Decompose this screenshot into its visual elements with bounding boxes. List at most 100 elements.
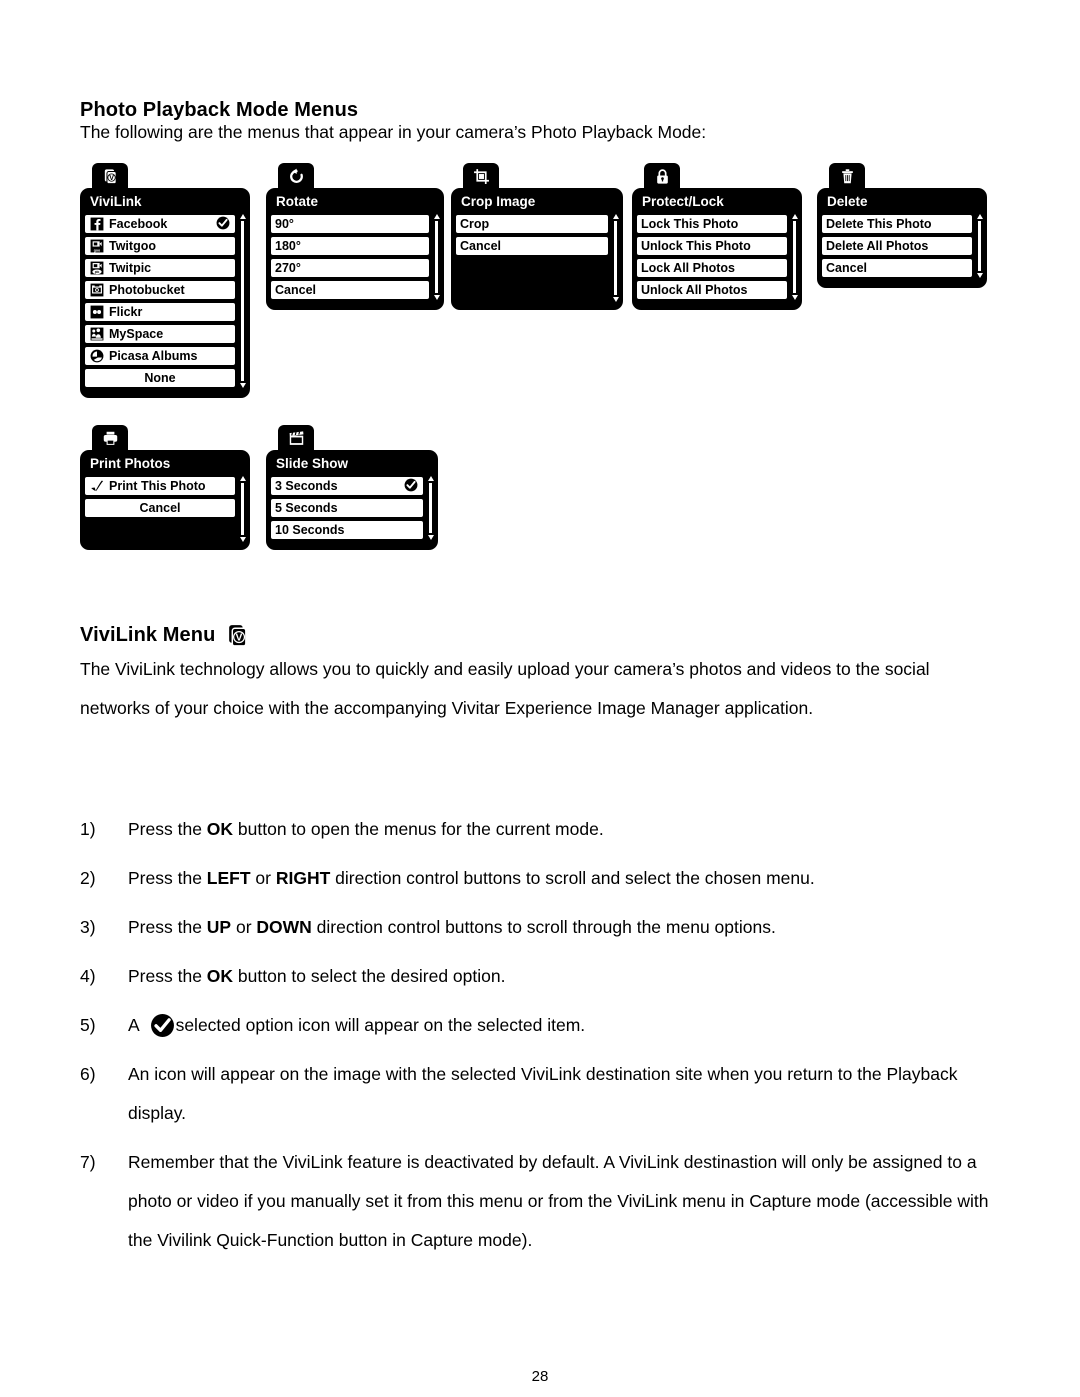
lock-icon <box>644 163 680 189</box>
menu-scrollbar[interactable] <box>433 213 440 300</box>
menu-option[interactable]: Lock This Photo <box>636 213 788 234</box>
scroll-up-arrow[interactable] <box>433 213 440 219</box>
scroll-up-arrow[interactable] <box>239 475 246 481</box>
camera-menu-slide-show: Slide Show 3 Seconds 5 Seconds 10 Seconds <box>266 425 438 550</box>
instruction-step: 2) Press the LEFT or RIGHT direction cont… <box>80 859 995 898</box>
step-text: Press the UP or DOWN direction control b… <box>128 908 995 947</box>
scroll-up-arrow[interactable] <box>976 213 983 219</box>
menu-option-label: 10 Seconds <box>275 522 345 537</box>
menu-title-print-photos: Print Photos <box>90 456 171 471</box>
menu-option-label: Twitgoo <box>109 238 156 253</box>
menu-option[interactable]: Unlock All Photos <box>636 279 788 300</box>
twitpic-icon: pic <box>89 260 104 275</box>
menu-option[interactable]: Cancel <box>270 279 430 300</box>
clapperboard-icon <box>278 425 314 451</box>
scroll-up-arrow[interactable] <box>791 213 798 219</box>
menu-option-label: Cancel <box>826 260 867 275</box>
menu-option[interactable]: Facebook <box>84 213 236 234</box>
menu-body-crop-image: Crop Image Crop Cancel <box>451 188 623 310</box>
menu-group-row-1: V ViviLink Facebook goo Twitgoo pic Twit… <box>80 163 1010 398</box>
camera-menu-vivilink: V ViviLink Facebook goo Twitgoo pic Twit… <box>80 163 250 398</box>
menu-option[interactable]: 180° <box>270 235 430 256</box>
scroll-up-arrow[interactable] <box>427 475 434 481</box>
menu-title-rotate: Rotate <box>276 194 319 209</box>
menu-option[interactable]: pic Twitpic <box>84 257 236 278</box>
menu-title-slide-show: Slide Show <box>276 456 349 471</box>
menu-option[interactable]: Cancel <box>821 257 973 278</box>
menu-options-vivilink: Facebook goo Twitgoo pic Twitpic Photobu… <box>84 213 246 388</box>
scroll-track[interactable] <box>240 481 245 536</box>
menu-option-label: 3 Seconds <box>275 478 338 493</box>
camera-menu-print-photos: Print Photos Print This Photo Cancel <box>80 425 250 550</box>
scroll-track[interactable] <box>977 219 982 272</box>
menu-option-label: Flickr <box>109 304 143 319</box>
scroll-track[interactable] <box>434 219 439 294</box>
scroll-down-arrow[interactable] <box>239 536 246 542</box>
menu-scrollbar[interactable] <box>427 475 434 540</box>
scroll-down-arrow[interactable] <box>239 382 246 388</box>
menu-title-vivilink: ViviLink <box>90 194 142 209</box>
menu-option-label: Delete This Photo <box>826 216 932 231</box>
menu-option[interactable]: Picasa Albums <box>84 345 236 366</box>
photobucket-icon <box>89 282 104 297</box>
picasa-icon <box>89 348 104 363</box>
menu-option[interactable]: 90° <box>270 213 430 234</box>
menu-option-label: Photobucket <box>109 282 185 297</box>
menu-option[interactable]: Flickr <box>84 301 236 322</box>
menu-option-label: 270° <box>275 260 301 275</box>
step-number: 7) <box>80 1152 96 1172</box>
menu-option[interactable]: 10 Seconds <box>270 519 424 540</box>
selected-check-icon <box>404 478 419 493</box>
scroll-up-arrow[interactable] <box>239 213 246 219</box>
menu-scrollbar[interactable] <box>239 213 246 388</box>
menu-option-label: Cancel <box>139 500 181 515</box>
step-number: 5) <box>80 1015 96 1035</box>
menu-option[interactable]: Print This Photo <box>84 475 236 496</box>
rotate-icon <box>278 163 314 189</box>
vivilink-stack-icon: V <box>92 163 128 189</box>
menu-option-label: Lock This Photo <box>641 216 739 231</box>
scroll-down-arrow[interactable] <box>791 294 798 300</box>
menu-option[interactable]: Delete This Photo <box>821 213 973 234</box>
menu-option-label: 5 Seconds <box>275 500 338 515</box>
scroll-down-arrow[interactable] <box>433 294 440 300</box>
menu-option[interactable]: Cancel <box>455 235 609 256</box>
menu-scrollbar[interactable] <box>612 213 619 302</box>
step-text: Press the OK button to select the desire… <box>128 957 995 996</box>
step-fragment: or <box>250 868 276 888</box>
menu-option[interactable]: goo Twitgoo <box>84 235 236 256</box>
scroll-up-arrow[interactable] <box>612 213 619 219</box>
scroll-down-arrow[interactable] <box>612 296 619 302</box>
menu-option[interactable]: 5 Seconds <box>270 497 424 518</box>
menu-option[interactable]: Lock All Photos <box>636 257 788 278</box>
menu-option[interactable]: Photobucket <box>84 279 236 300</box>
menu-option-label: 90° <box>275 216 294 231</box>
step-text: Press the OK button to open the menus fo… <box>128 810 995 849</box>
menu-options-protect-lock: Lock This Photo Unlock This Photo Lock All… <box>636 213 798 300</box>
scroll-down-arrow[interactable] <box>427 534 434 540</box>
menu-option[interactable]: Crop <box>455 213 609 234</box>
scroll-track[interactable] <box>792 219 797 294</box>
step-emphasis: LEFT <box>206 868 251 888</box>
menu-option[interactable]: MySpace <box>84 323 236 344</box>
menu-title-protect-lock: Protect/Lock <box>642 194 724 209</box>
camera-menu-protect-lock: Protect/Lock Lock This Photo Unlock This P… <box>632 163 802 310</box>
menu-scrollbar[interactable] <box>239 475 246 542</box>
menu-option[interactable]: Cancel <box>84 497 236 518</box>
scroll-track[interactable] <box>240 219 245 382</box>
scroll-track[interactable] <box>428 481 433 534</box>
step-fragment: Press the <box>128 966 207 986</box>
menu-option[interactable]: Unlock This Photo <box>636 235 788 256</box>
scroll-down-arrow[interactable] <box>976 272 983 278</box>
menu-option[interactable]: 270° <box>270 257 430 278</box>
menu-option[interactable]: Delete All Photos <box>821 235 973 256</box>
menu-option[interactable]: None <box>84 367 236 388</box>
menu-options-crop-image: Crop Cancel <box>455 213 619 302</box>
menu-scrollbar[interactable] <box>791 213 798 300</box>
myspace-icon <box>89 326 104 341</box>
menu-scrollbar[interactable] <box>976 213 983 278</box>
menu-body-protect-lock: Protect/Lock Lock This Photo Unlock This P… <box>632 188 802 310</box>
menu-option[interactable]: 3 Seconds <box>270 475 424 496</box>
step-emphasis: OK <box>206 966 234 986</box>
scroll-track[interactable] <box>613 219 618 296</box>
